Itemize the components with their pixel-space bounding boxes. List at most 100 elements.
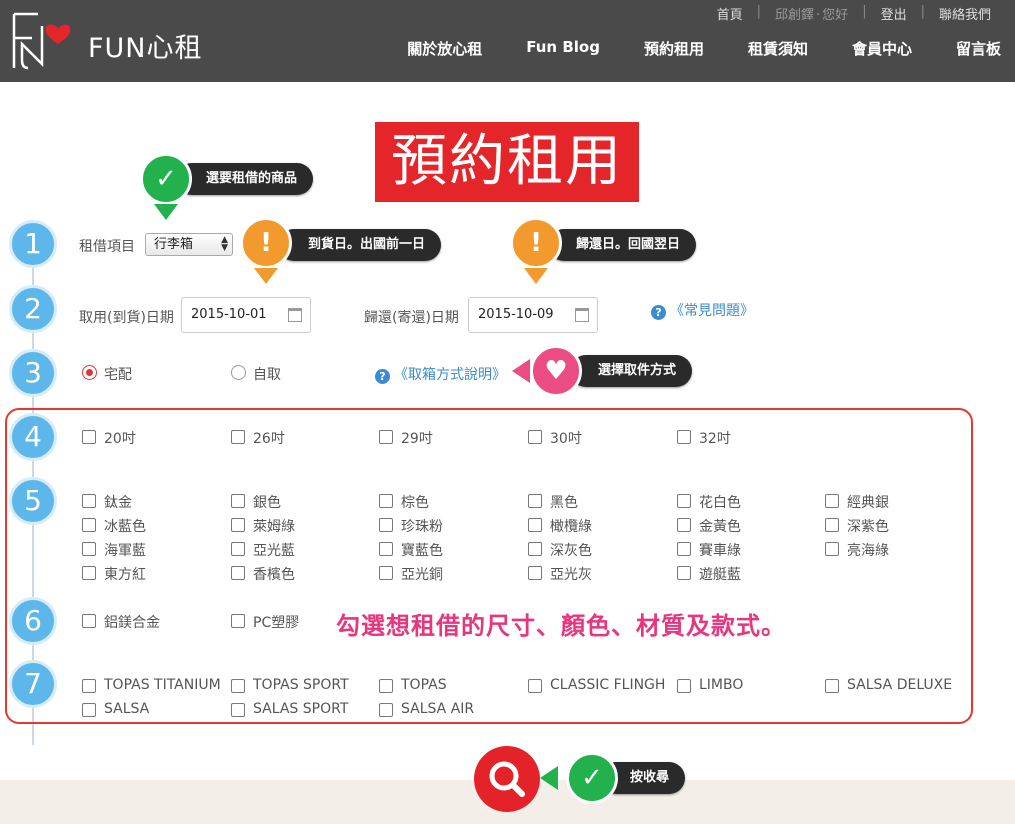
color-option-checkbox[interactable] <box>379 542 393 556</box>
model-option-label: TOPAS SPORT <box>253 677 349 693</box>
search-button[interactable] <box>474 746 540 812</box>
color-option-label: 深灰色 <box>550 543 592 559</box>
color-option-label: 銀色 <box>253 495 281 511</box>
nav-guestbook[interactable]: 留言板 <box>926 38 1015 59</box>
faq-link[interactable]: ? 《常見問題》 <box>651 300 754 320</box>
color-option-checkbox[interactable] <box>528 566 542 580</box>
pointer-arrow <box>154 204 178 220</box>
color-option-label: 賽車綠 <box>699 543 741 559</box>
color-option-checkbox[interactable] <box>379 518 393 532</box>
delivery-label: 宅配 <box>104 367 132 383</box>
material-option-label: 鋁鎂合金 <box>104 615 160 631</box>
logo-mark-icon <box>12 12 71 70</box>
step-1-badge: 1 <box>9 220 57 268</box>
pickup-help-link[interactable]: ? 《取箱方式說明》 <box>375 364 506 384</box>
model-option-checkbox[interactable] <box>677 679 691 693</box>
color-option-checkbox[interactable] <box>231 566 245 580</box>
page-title: 預約租用 <box>375 122 639 202</box>
color-option-checkbox[interactable] <box>82 566 96 580</box>
callout-select-item: 選要租借的商品 <box>176 163 314 195</box>
color-option-checkbox[interactable] <box>528 542 542 556</box>
size-option-checkbox[interactable] <box>231 430 245 444</box>
color-option-checkbox[interactable] <box>231 494 245 508</box>
site-logo[interactable]: FUN心租 <box>8 6 208 74</box>
color-option-checkbox[interactable] <box>825 518 839 532</box>
pickup-date-input[interactable]: 2015-10-01 <box>181 297 311 333</box>
pointer-arrow <box>540 766 558 790</box>
color-option-checkbox[interactable] <box>677 566 691 580</box>
callout-text: 歸還日。回國翌日 <box>576 237 681 252</box>
model-option-label: TOPAS <box>401 677 447 693</box>
color-option-checkbox[interactable] <box>82 542 96 556</box>
return-date-input[interactable]: 2015-10-09 <box>468 297 598 333</box>
self-pickup-radio[interactable] <box>231 365 246 380</box>
size-option-label: 29吋 <box>401 431 433 447</box>
color-option-checkbox[interactable] <box>677 494 691 508</box>
size-option-label: 20吋 <box>104 431 136 447</box>
color-option-checkbox[interactable] <box>825 542 839 556</box>
item-select[interactable]: 行李箱 ▲ ▼ <box>145 233 233 256</box>
nav-about[interactable]: 關於放心租 <box>377 38 496 59</box>
color-option-checkbox[interactable] <box>231 542 245 556</box>
callout-return-date: 歸還日。回國翌日 <box>548 229 697 261</box>
model-option-checkbox[interactable] <box>231 703 245 717</box>
heart-icon: ♥ <box>530 345 582 397</box>
color-option-label: 冰藍色 <box>104 519 146 535</box>
pickup-date-value: 2015-10-01 <box>191 307 267 322</box>
model-option-label: TOPAS TITANIUM <box>104 677 221 693</box>
callout-pickup-method: 選擇取件方式 <box>570 355 693 387</box>
model-option-checkbox[interactable] <box>82 679 96 693</box>
model-option-checkbox[interactable] <box>231 679 245 693</box>
color-option-checkbox[interactable] <box>825 494 839 508</box>
callout-text: 選擇取件方式 <box>598 363 677 378</box>
divider: | <box>862 4 867 19</box>
color-option-checkbox[interactable] <box>231 518 245 532</box>
material-option-checkbox[interactable] <box>82 614 96 628</box>
size-option-checkbox[interactable] <box>379 430 393 444</box>
checkmark-icon: ✓ <box>140 153 192 205</box>
return-date-label: 歸還(寄還)日期 <box>364 310 459 326</box>
logout-link[interactable]: 登出 <box>871 4 917 23</box>
size-option-checkbox[interactable] <box>82 430 96 444</box>
delivery-radio[interactable] <box>82 365 97 380</box>
contact-link[interactable]: 聯絡我們 <box>929 4 1001 23</box>
color-option-checkbox[interactable] <box>528 494 542 508</box>
pickup-date-label: 取用(到貨)日期 <box>79 310 174 326</box>
nav-rental-notice[interactable]: 租賃須知 <box>718 38 822 59</box>
search-icon <box>489 761 525 797</box>
color-option-checkbox[interactable] <box>528 518 542 532</box>
material-option-checkbox[interactable] <box>231 614 245 628</box>
color-option-label: 亞光銅 <box>401 567 443 583</box>
site-header: FUN心租 首頁 | 邱創鐸 · 您好 | 登出 | 聯絡我們 關於放心租 Fun … <box>0 0 1015 82</box>
color-option-label: 寶藍色 <box>401 543 443 559</box>
home-link[interactable]: 首頁 <box>707 4 753 23</box>
size-option-checkbox[interactable] <box>677 430 691 444</box>
size-option-checkbox[interactable] <box>528 430 542 444</box>
color-option-checkbox[interactable] <box>677 518 691 532</box>
faq-link-text: 《常見問題》 <box>670 303 754 319</box>
self-pickup-label: 自取 <box>253 367 281 383</box>
color-option-checkbox[interactable] <box>379 566 393 580</box>
color-option-checkbox[interactable] <box>82 518 96 532</box>
color-option-checkbox[interactable] <box>677 542 691 556</box>
model-option-label: SALSA <box>104 701 150 717</box>
color-option-label: 深紫色 <box>847 519 889 535</box>
model-option-label: CLASSIC FLINGH <box>550 677 666 693</box>
nav-blog[interactable]: Fun Blog <box>496 38 614 59</box>
calendar-icon[interactable] <box>575 308 589 322</box>
nav-reserve[interactable]: 預約租用 <box>614 38 718 59</box>
model-option-checkbox[interactable] <box>379 679 393 693</box>
callout-text: 到貨日。出國前一日 <box>308 237 426 252</box>
color-option-checkbox[interactable] <box>82 494 96 508</box>
calendar-icon[interactable] <box>288 308 302 322</box>
color-option-checkbox[interactable] <box>379 494 393 508</box>
pointer-arrow <box>254 268 278 284</box>
nav-member[interactable]: 會員中心 <box>822 38 926 59</box>
color-option-label: 黑色 <box>550 495 578 511</box>
model-option-checkbox[interactable] <box>82 703 96 717</box>
model-option-checkbox[interactable] <box>825 679 839 693</box>
model-option-checkbox[interactable] <box>379 703 393 717</box>
model-option-label: SALSA AIR <box>401 701 475 717</box>
step-3-badge: 3 <box>9 349 57 397</box>
model-option-checkbox[interactable] <box>528 679 542 693</box>
